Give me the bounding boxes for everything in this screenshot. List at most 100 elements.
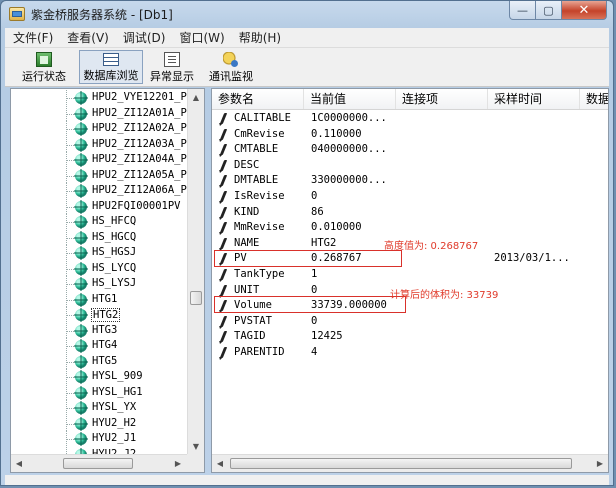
tree-item-label: HPU2_ZI12A03A_PV: [92, 137, 188, 150]
param-name-cell: DESC: [234, 158, 260, 171]
tag-node-icon: [74, 122, 88, 136]
column-current-value[interactable]: 当前值: [304, 89, 396, 109]
title-bar[interactable]: 紫金桥服务器系统 - [Db1] — ▢ ✕: [1, 1, 613, 27]
tree-item[interactable]: HYU2_J2: [11, 446, 188, 454]
scroll-down-arrow-icon[interactable]: ▼: [188, 438, 204, 454]
list-row[interactable]: TAGID 12425: [212, 329, 608, 345]
tree-item[interactable]: HPU2_ZI12A01A_PV: [11, 105, 188, 121]
pencil-icon: [219, 175, 228, 187]
maximize-button[interactable]: ▢: [536, 1, 562, 20]
list-row[interactable]: CALITABLE 1C0000000...: [212, 111, 608, 127]
list-hscroll-thumb[interactable]: [230, 458, 572, 469]
param-name-cell: CmRevise: [234, 127, 285, 140]
tree-item[interactable]: HYSL_HG1: [11, 384, 188, 400]
comm-monitor-button[interactable]: 通讯监视: [205, 50, 257, 84]
tree-item[interactable]: HPU2_VYE12201_PV: [11, 90, 188, 106]
tree-item[interactable]: HTG1: [11, 291, 188, 307]
tree-item[interactable]: HYU2_J1: [11, 431, 188, 447]
scroll-right-arrow-icon[interactable]: ▶: [170, 455, 186, 472]
param-name-cell: UNIT: [234, 283, 260, 296]
window-title: 紫金桥服务器系统 - [Db1]: [31, 8, 173, 22]
tag-node-icon: [74, 261, 88, 276]
tree-item[interactable]: HTG4: [11, 338, 188, 354]
tree-item[interactable]: HPU2FQI00001PV: [11, 198, 188, 214]
tree-item[interactable]: HTG2: [11, 307, 188, 323]
tree-item-label: HPU2FQI00001PV: [92, 199, 181, 212]
tree-item[interactable]: HS_HGSJ: [11, 245, 188, 261]
tag-node-icon: [74, 323, 88, 338]
pencil-icon: [219, 144, 228, 156]
tree-item[interactable]: HPU2_ZI12A05A_PV: [11, 167, 188, 183]
list-row[interactable]: KIND 86: [212, 205, 608, 221]
run-status-button[interactable]: 运行状态: [19, 50, 69, 84]
sample-time-cell: 2013/03/1...: [494, 252, 570, 265]
tag-node-icon: [74, 385, 88, 400]
tree-vertical-scrollbar[interactable]: ▲ ▼: [187, 89, 204, 454]
minimize-button[interactable]: —: [509, 1, 536, 20]
database-browse-button[interactable]: 数据库浏览: [79, 50, 143, 84]
tree-item[interactable]: HS_LYSJ: [11, 276, 188, 292]
scroll-left-arrow-icon[interactable]: ◀: [11, 455, 27, 472]
list-row[interactable]: CMTABLE 040000000...: [212, 142, 608, 158]
tree-scroll-thumb[interactable]: [190, 291, 202, 305]
tree-item[interactable]: HPU2_ZI12A02A_PV: [11, 121, 188, 137]
menu-file[interactable]: 文件(F): [5, 29, 59, 46]
tree-item[interactable]: HYSL_909: [11, 369, 188, 385]
tree-item[interactable]: HTG3: [11, 322, 188, 338]
param-name-cell: TankType: [234, 268, 285, 280]
tree-item-label: HTG3: [92, 323, 118, 336]
menu-help[interactable]: 帮助(H): [231, 29, 287, 46]
menu-view[interactable]: 查看(V): [59, 29, 115, 46]
tree-item-label: HTG2: [91, 308, 121, 322]
tree-item-label: HYSL_YX: [92, 401, 137, 413]
list-row[interactable]: CmRevise 0.110000: [212, 127, 608, 143]
app-window: 紫金桥服务器系统 - [Db1] — ▢ ✕ 文件(F) 查看(V) 调试(D)…: [0, 0, 614, 486]
tree-item[interactable]: HPU2_ZI12A06A_PV: [11, 183, 188, 199]
exception-display-label: 异常显示: [150, 70, 194, 83]
column-sample-time[interactable]: 采样时间: [488, 89, 580, 109]
tree-item-label: HS_HGSJ: [92, 246, 137, 258]
tag-node-icon: [74, 401, 88, 415]
app-icon: [9, 7, 25, 21]
param-name-cell: PVSTAT: [234, 314, 272, 327]
tag-node-icon: [74, 370, 88, 384]
tag-tree[interactable]: HPU2_VYE12201_PV HPU2_ZI12A01A_PV HPU2_ZI1…: [10, 88, 205, 473]
tree-item-label: HS_HGCQ: [92, 230, 137, 243]
tree-item[interactable]: HPU2_ZI12A04A_PV: [11, 152, 188, 168]
tree-item[interactable]: HTG5: [11, 353, 188, 369]
tree-item[interactable]: HS_LYCQ: [11, 260, 188, 276]
comm-monitor-label: 通讯监视: [209, 70, 253, 83]
column-data[interactable]: 数据: [580, 89, 608, 109]
volume-annotation: 计算后的体积为: 33739: [390, 290, 499, 301]
current-value-cell: 1C0000000...: [311, 112, 387, 124]
list-row[interactable]: DMTABLE 330000000...: [212, 173, 608, 189]
list-scroll-left-arrow-icon[interactable]: ◀: [212, 455, 228, 472]
tree-hscroll-thumb[interactable]: [63, 458, 133, 469]
list-row[interactable]: TankType 1: [212, 267, 608, 283]
tree-horizontal-scrollbar[interactable]: ◀ ▶: [11, 454, 204, 472]
tree-item[interactable]: HS_HFCQ: [11, 214, 188, 230]
database-browse-label: 数据库浏览: [83, 69, 139, 82]
toolbar: 运行状态 数据库浏览 异常显示 通讯监视: [5, 48, 609, 87]
list-scroll-right-arrow-icon[interactable]: ▶: [592, 455, 608, 472]
close-button[interactable]: ✕: [562, 1, 607, 20]
parameter-list[interactable]: 参数名 当前值 连接项 采样时间 数据 CALITABLE 1C0000000..…: [211, 88, 609, 473]
column-link-item[interactable]: 连接项: [396, 89, 488, 109]
list-row[interactable]: PARENTID 4: [212, 345, 608, 361]
tree-item[interactable]: HS_HGCQ: [11, 229, 188, 245]
scroll-up-arrow-icon[interactable]: ▲: [188, 89, 204, 105]
list-row[interactable]: MmRevise 0.010000: [212, 220, 608, 236]
tree-item[interactable]: HPU2_ZI12A03A_PV: [11, 136, 188, 152]
list-row[interactable]: IsRevise 0: [212, 189, 608, 205]
tree-item[interactable]: HYU2_H2: [11, 415, 188, 431]
menu-window[interactable]: 窗口(W): [171, 29, 230, 46]
column-param-name[interactable]: 参数名: [212, 89, 304, 109]
tag-node-icon: [74, 106, 88, 121]
menu-debug[interactable]: 调试(D): [115, 29, 172, 46]
list-row[interactable]: PVSTAT 0: [212, 314, 608, 330]
tree-item[interactable]: HYSL_YX: [11, 400, 188, 416]
exception-display-button[interactable]: 异常显示: [147, 50, 197, 84]
param-name-cell: KIND: [234, 205, 260, 218]
list-horizontal-scrollbar[interactable]: ◀ ▶: [212, 454, 608, 472]
list-row[interactable]: DESC: [212, 158, 608, 174]
